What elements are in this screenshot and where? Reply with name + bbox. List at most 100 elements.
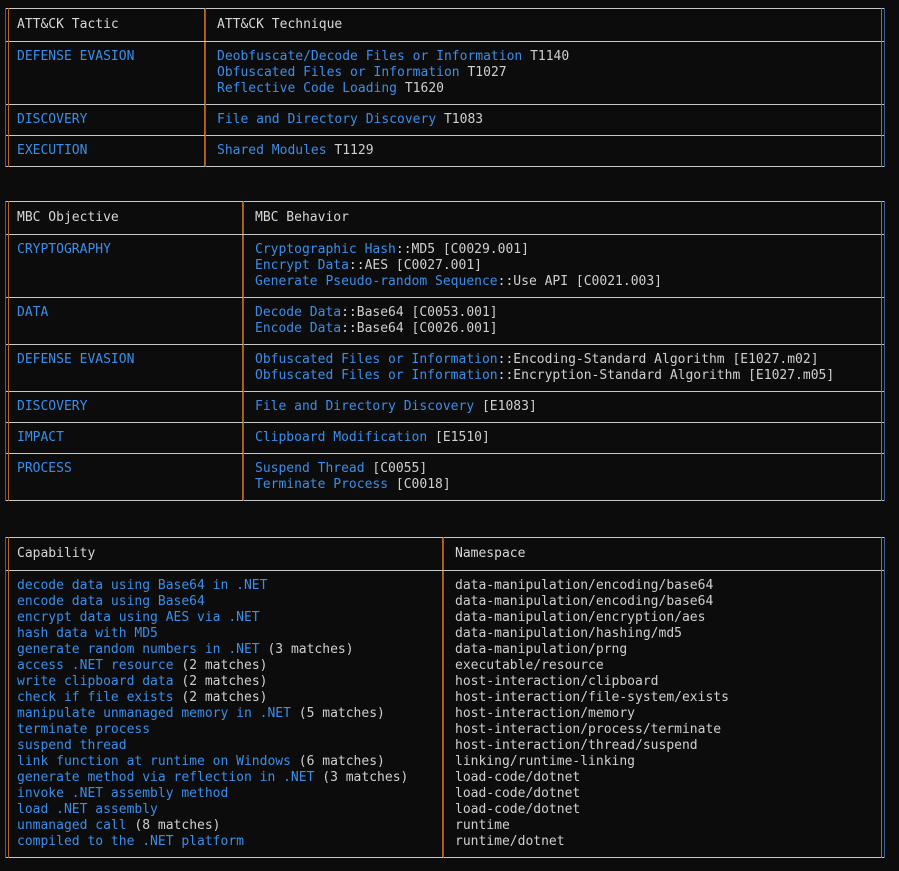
mbc-behavior-detail: ::Base64 [C0026.001] xyxy=(341,321,498,336)
namespace-value: data-manipulation/prng xyxy=(455,642,628,657)
mbc-behavior-detail: [C0055] xyxy=(364,461,428,476)
mbc-behavior-cell: Clipboard Modification [E1510] xyxy=(243,422,885,454)
mbc-objective-cell: IMPACT xyxy=(5,422,244,454)
namespace-value: host-interaction/thread/suspend xyxy=(455,738,698,753)
capability-match-count: (3 matches) xyxy=(259,642,354,657)
mbc-objective-cell: DEFENSE EVASION xyxy=(5,344,244,392)
mbc-behavior-entry: Encode Data::Base64 [C0026.001] xyxy=(255,321,884,337)
mbc-objective-label: CRYPTOGRAPHY xyxy=(17,242,111,257)
capability-name: encrypt data using AES via .NET xyxy=(17,610,260,625)
mbc-objective-label: DEFENSE EVASION xyxy=(17,352,135,367)
mbc-behavior-cell: Decode Data::Base64 [C0053.001] Encode Da… xyxy=(243,297,885,345)
capability-name: compiled to the .NET platform xyxy=(17,834,244,849)
mbc-behavior-detail: ::Base64 [C0053.001] xyxy=(341,305,498,320)
namespace-value: host-interaction/file-system/exists xyxy=(455,690,729,705)
mbc-behavior-entry: File and Directory Discovery [E1083] xyxy=(255,399,884,415)
mbc-objective-cell: CRYPTOGRAPHY xyxy=(5,234,244,298)
mbc-behavior-cell: Suspend Thread [C0055] Terminate Process … xyxy=(243,453,885,501)
mbc-objective-cell: DATA xyxy=(5,297,244,345)
capability-match-count: (3 matches) xyxy=(314,770,409,785)
capability-name: suspend thread xyxy=(17,738,127,753)
mbc-behavior-detail: ::MD5 [C0029.001] xyxy=(395,242,529,257)
mbc-behavior-entry: Decode Data::Base64 [C0053.001] xyxy=(255,305,884,321)
attack-technique-entry: File and Directory Discovery T1083 xyxy=(217,112,884,128)
capability-table: Capability Namespace decode data using B… xyxy=(5,537,885,858)
mbc-behavior-detail: ::Encryption-Standard Algorithm [E1027.m… xyxy=(497,368,835,383)
attack-tactic-cell: DISCOVERY xyxy=(5,104,206,136)
table-header-row: MBC Objective MBC Behavior xyxy=(5,201,885,235)
capability-name: generate method via reflection in .NET xyxy=(17,770,315,785)
capability-entry: manipulate unmanaged memory in .NET (5 m… xyxy=(17,706,443,722)
mbc-header-objective: MBC Objective xyxy=(5,201,244,235)
mbc-behavior-name: Clipboard Modification xyxy=(255,430,428,445)
capability-entry: generate random numbers in .NET (3 match… xyxy=(17,642,443,658)
capability-entry: encrypt data using AES via .NET xyxy=(17,610,443,626)
attack-table: ATT&CK Tactic ATT&CK Technique DEFENSE E… xyxy=(5,8,885,167)
attack-tactic-label: DISCOVERY xyxy=(17,112,88,127)
capability-name: link function at runtime on Windows xyxy=(17,754,291,769)
capability-entry: unmanaged call (8 matches) xyxy=(17,818,443,834)
capability-table-container: Capability Namespace decode data using B… xyxy=(5,537,885,858)
mbc-behavior-name: Obfuscated Files or Information xyxy=(255,368,498,383)
mbc-behavior-entry: Encrypt Data::AES [C0027.001] xyxy=(255,258,884,274)
namespace-value: data-manipulation/encryption/aes xyxy=(455,610,706,625)
mbc-header-behavior: MBC Behavior xyxy=(243,201,885,235)
capability-match-count: (2 matches) xyxy=(173,674,268,689)
capability-entry: access .NET resource (2 matches) xyxy=(17,658,443,674)
mbc-behavior-detail: [E1510] xyxy=(427,430,490,445)
mbc-objective-cell: DISCOVERY xyxy=(5,391,244,423)
mbc-behavior-detail: [C0018] xyxy=(388,477,451,492)
mbc-behavior-name: Encrypt Data xyxy=(255,258,349,273)
mbc-objective-cell: PROCESS xyxy=(5,453,244,501)
attack-tactic-cell: DEFENSE EVASION xyxy=(5,41,206,105)
mbc-behavior-entry: Generate Pseudo-random Sequence::Use API… xyxy=(255,274,884,290)
mbc-behavior-entry: Clipboard Modification [E1510] xyxy=(255,430,884,446)
namespace-value: runtime xyxy=(455,818,510,833)
table-row: decode data using Base64 in .NET encode d… xyxy=(5,570,885,858)
capability-entry: hash data with MD5 xyxy=(17,626,443,642)
table-header-row: Capability Namespace xyxy=(5,537,885,571)
capability-entry: suspend thread xyxy=(17,738,443,754)
mbc-behavior-detail: [E1083] xyxy=(474,399,537,414)
attack-technique-id: T1083 xyxy=(436,112,484,127)
mbc-behavior-cell: Cryptographic Hash::MD5 [C0029.001] Encry… xyxy=(243,234,885,298)
table-header-row: ATT&CK Tactic ATT&CK Technique xyxy=(5,8,885,42)
attack-technique-name: Reflective Code Loading xyxy=(217,81,398,96)
attack-technique-id: T1027 xyxy=(459,65,507,80)
capability-list-cell: decode data using Base64 in .NET encode d… xyxy=(5,570,444,858)
table-row: DEFENSE EVASION Deobfuscate/Decode Files … xyxy=(5,41,885,105)
mbc-objective-label: IMPACT xyxy=(17,430,64,445)
capability-name: encode data using Base64 xyxy=(17,594,205,609)
table-row: DISCOVERY File and Directory Discovery T1… xyxy=(5,104,885,136)
mbc-table: MBC Objective MBC Behavior CRYPTOGRAPHY C… xyxy=(5,201,885,501)
namespace-value: linking/runtime-linking xyxy=(455,754,636,769)
mbc-behavior-entry: Obfuscated Files or Information::Encodin… xyxy=(255,352,884,368)
mbc-behavior-name: Cryptographic Hash xyxy=(255,242,396,257)
mbc-table-body: CRYPTOGRAPHY Cryptographic Hash::MD5 [C00… xyxy=(5,234,885,501)
attack-technique-name: File and Directory Discovery xyxy=(217,112,437,127)
mbc-behavior-entry: Suspend Thread [C0055] xyxy=(255,461,884,477)
capability-entry: encode data using Base64 xyxy=(17,594,443,610)
namespace-value: host-interaction/process/terminate xyxy=(455,722,722,737)
capability-entry: load .NET assembly xyxy=(17,802,443,818)
namespace-value: data-manipulation/hashing/md5 xyxy=(455,626,682,641)
attack-technique-entry: Obfuscated Files or Information T1027 xyxy=(217,65,884,81)
mbc-behavior-cell: Obfuscated Files or Information::Encodin… xyxy=(243,344,885,392)
namespace-value: data-manipulation/encoding/base64 xyxy=(455,578,714,593)
table-row: EXECUTION Shared Modules T1129 xyxy=(5,135,885,167)
table-row: IMPACT Clipboard Modification [E1510] xyxy=(5,422,885,454)
mbc-behavior-name: Generate Pseudo-random Sequence xyxy=(255,274,498,289)
capability-match-count: (8 matches) xyxy=(126,818,221,833)
capability-match-count: (2 matches) xyxy=(173,658,268,673)
attack-tactic-label: EXECUTION xyxy=(17,143,88,158)
capability-name: unmanaged call xyxy=(17,818,127,833)
namespace-value: executable/resource xyxy=(455,658,604,673)
attack-technique-id: T1140 xyxy=(522,49,570,64)
capability-entry: link function at runtime on Windows (6 m… xyxy=(17,754,443,770)
mbc-objective-label: PROCESS xyxy=(17,461,72,476)
namespace-value: host-interaction/clipboard xyxy=(455,674,659,689)
attack-technique-entry: Shared Modules T1129 xyxy=(217,143,884,159)
mbc-behavior-detail: ::Encoding-Standard Algorithm [E1027.m02… xyxy=(497,352,819,367)
mbc-behavior-name: Decode Data xyxy=(255,305,342,320)
capability-name: load .NET assembly xyxy=(17,802,158,817)
